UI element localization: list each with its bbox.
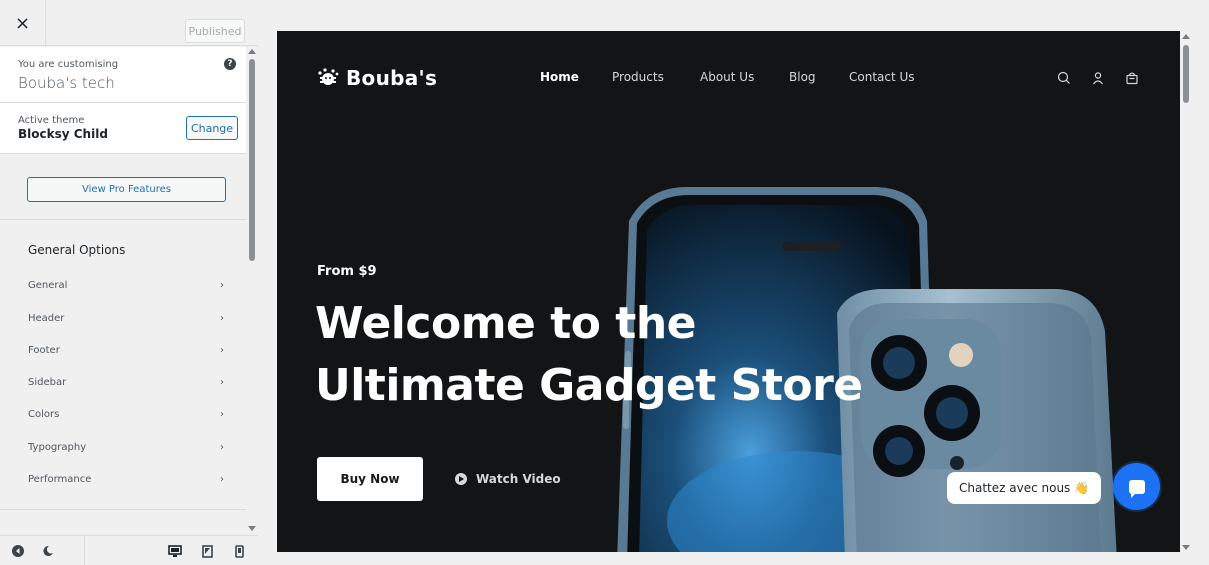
- option-general[interactable]: General ›: [0, 272, 246, 298]
- change-theme-button[interactable]: Change: [186, 116, 238, 140]
- site-info: You are customising Bouba's tech ?: [0, 47, 246, 103]
- option-colors[interactable]: Colors ›: [0, 401, 246, 427]
- chat-prompt-bubble[interactable]: Chattez avec nous 👋: [947, 472, 1102, 504]
- chevron-right-icon: ›: [220, 441, 224, 453]
- close-customizer-button[interactable]: ×: [0, 0, 46, 46]
- scroll-down-arrow-icon[interactable]: [248, 526, 256, 531]
- nav-about-us[interactable]: About Us: [700, 70, 754, 84]
- option-label: General: [28, 279, 68, 291]
- tablet-preview-icon[interactable]: [202, 545, 213, 558]
- nav-contact-us[interactable]: Contact Us: [849, 70, 915, 84]
- hero-headline: Welcome to the Ultimate Gadget Store: [315, 293, 915, 417]
- nav-blog[interactable]: Blog: [789, 70, 816, 84]
- chat-launcher-button[interactable]: [1113, 463, 1160, 510]
- scroll-up-arrow-icon[interactable]: [1182, 34, 1190, 39]
- customising-label: You are customising: [18, 59, 119, 70]
- close-icon: ×: [14, 12, 31, 34]
- site-name: Bouba's tech: [18, 74, 115, 92]
- waving-hand-icon: 👋: [1074, 481, 1090, 495]
- divider: [84, 536, 85, 565]
- option-label: Header: [28, 312, 65, 324]
- option-label: Sidebar: [28, 376, 67, 388]
- nav-products[interactable]: Products: [612, 70, 664, 84]
- site-logo[interactable]: Bouba's: [317, 66, 437, 90]
- shopping-bag-icon[interactable]: [1125, 71, 1139, 85]
- chat-icon: [1128, 479, 1145, 498]
- sidebar-footer: [0, 535, 258, 565]
- sidebar-content: You are customising Bouba's tech ? Activ…: [0, 47, 246, 535]
- scrollbar-thumb[interactable]: [1183, 45, 1189, 103]
- buy-now-button[interactable]: Buy Now: [317, 457, 423, 501]
- help-icon[interactable]: ?: [224, 58, 236, 70]
- search-icon[interactable]: [1057, 71, 1071, 85]
- option-performance[interactable]: Performance ›: [0, 466, 246, 492]
- chevron-right-icon: ›: [220, 408, 224, 420]
- active-theme-section: Active theme Blocksy Child Change: [0, 103, 246, 154]
- collapse-sidebar-icon[interactable]: [12, 545, 24, 557]
- chevron-right-icon: ›: [220, 473, 224, 485]
- divider: [0, 509, 246, 510]
- site-preview-frame: Bouba's Home Products About Us Blog Cont…: [258, 0, 1209, 565]
- chat-prompt-text: Chattez avec nous: [959, 481, 1071, 495]
- option-label: Performance: [28, 473, 92, 485]
- option-sidebar[interactable]: Sidebar ›: [0, 369, 246, 395]
- chevron-right-icon: ›: [220, 312, 224, 324]
- nav-home[interactable]: Home: [540, 70, 579, 84]
- chevron-right-icon: ›: [220, 279, 224, 291]
- option-typography[interactable]: Typography ›: [0, 434, 246, 460]
- preview-scrollbar[interactable]: [1180, 31, 1192, 552]
- option-header[interactable]: Header ›: [0, 305, 246, 331]
- logo-text: Bouba's: [346, 66, 438, 90]
- published-button[interactable]: Published: [185, 19, 245, 43]
- headline-line-2: Ultimate Gadget Store: [315, 360, 863, 411]
- dark-mode-icon[interactable]: [42, 545, 54, 557]
- play-icon: [455, 473, 467, 485]
- chevron-right-icon: ›: [220, 376, 224, 388]
- hero-section: Bouba's Home Products About Us Blog Cont…: [277, 31, 1180, 552]
- general-options-title: General Options: [28, 243, 126, 257]
- customizer-sidebar: × Published You are customising Bouba's …: [0, 0, 258, 565]
- watch-video-button[interactable]: Watch Video: [455, 472, 561, 486]
- scroll-up-arrow-icon[interactable]: [248, 49, 256, 54]
- view-pro-features-button[interactable]: View Pro Features: [27, 177, 226, 202]
- watch-video-label: Watch Video: [476, 472, 561, 486]
- option-label: Colors: [28, 408, 60, 420]
- hero-price-label: From $9: [317, 264, 377, 279]
- sidebar-scrollbar[interactable]: [246, 47, 258, 535]
- user-account-icon[interactable]: [1091, 71, 1105, 85]
- option-label: Typography: [28, 441, 87, 453]
- scrollbar-thumb[interactable]: [249, 59, 255, 261]
- chevron-right-icon: ›: [220, 344, 224, 356]
- sidebar-header: × Published: [0, 0, 258, 46]
- scroll-down-arrow-icon[interactable]: [1182, 545, 1190, 550]
- logo-bug-icon: [318, 68, 339, 85]
- pro-features-section: View Pro Features: [0, 154, 246, 220]
- mobile-preview-icon[interactable]: [235, 545, 244, 558]
- option-footer[interactable]: Footer ›: [0, 337, 246, 363]
- headline-line-1: Welcome to the: [315, 298, 697, 349]
- option-label: Footer: [28, 344, 60, 356]
- desktop-preview-icon[interactable]: [168, 545, 182, 558]
